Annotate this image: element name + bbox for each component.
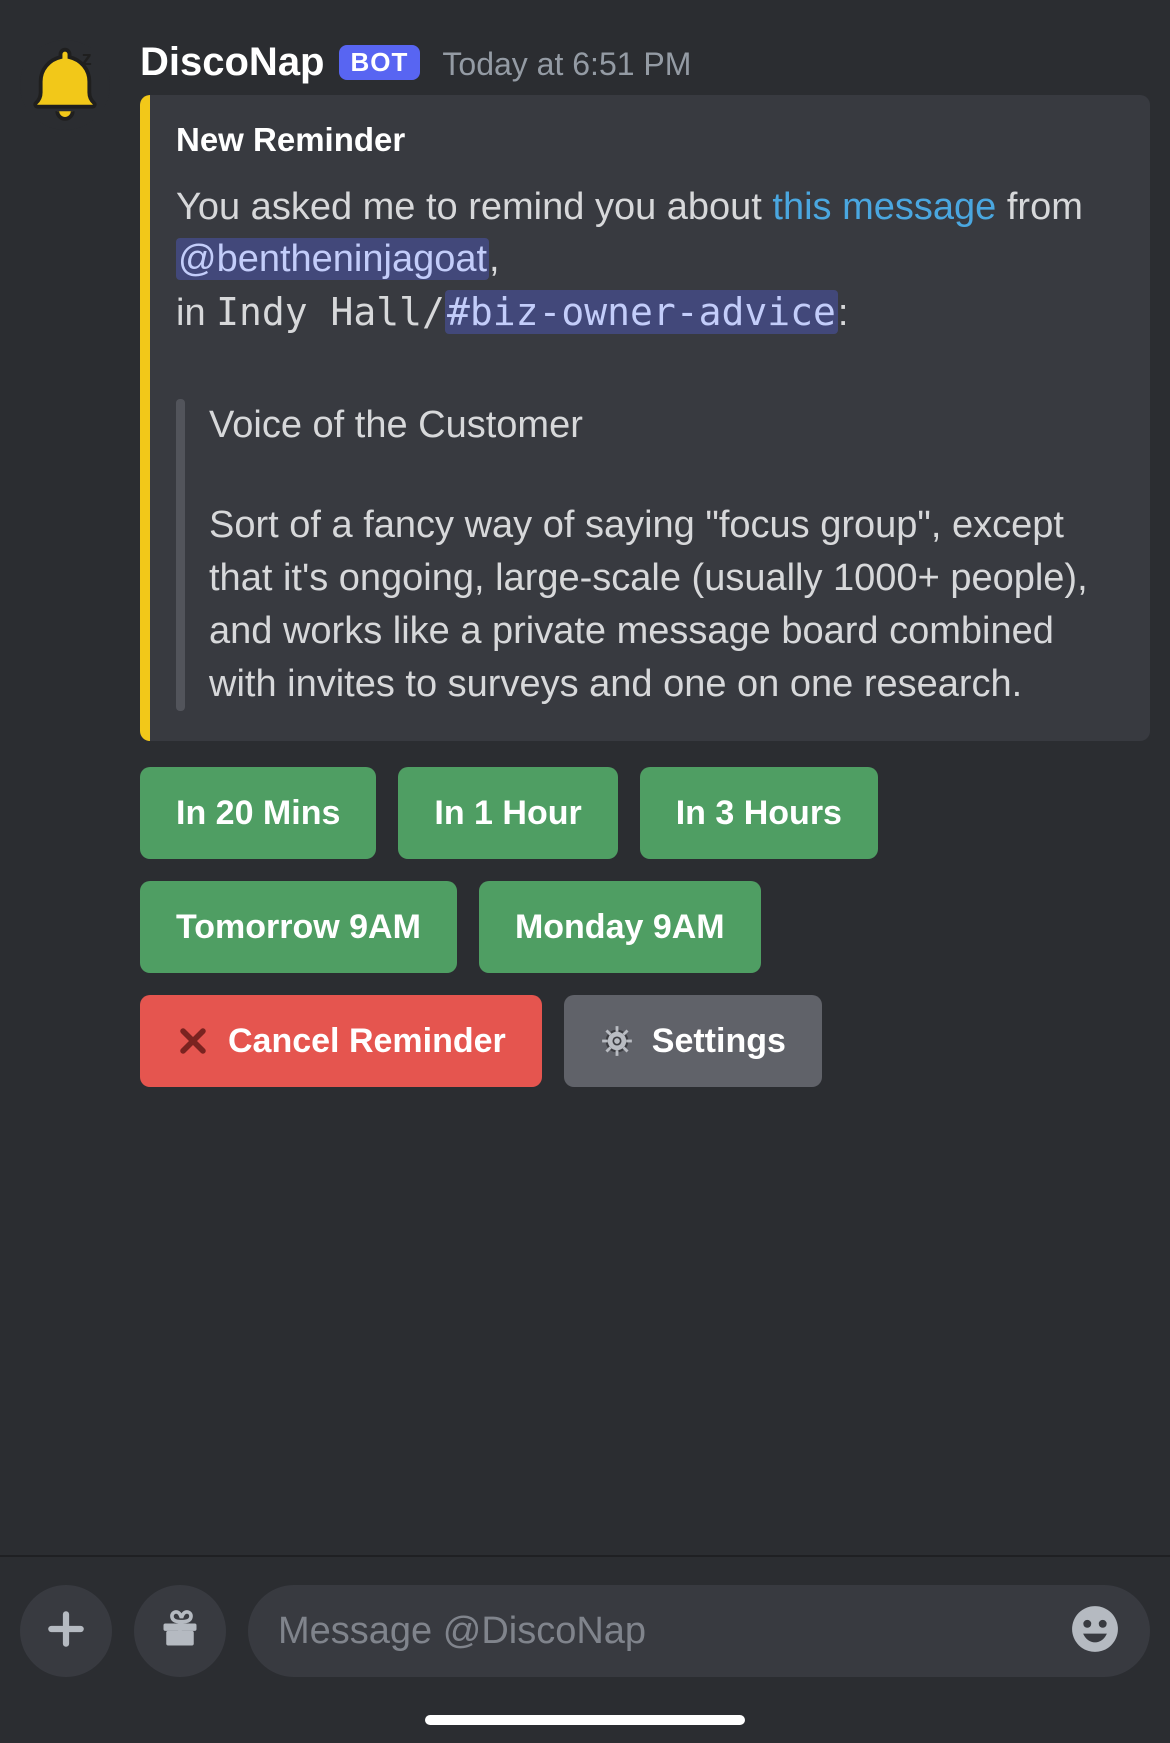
- desc-text: in: [176, 292, 216, 334]
- quote-body: Sort of a fancy way of saying "focus gro…: [209, 499, 1116, 712]
- bell-snooze-icon: z: [24, 42, 106, 129]
- settings-button[interactable]: Settings: [564, 995, 822, 1087]
- snooze-row-2: Tomorrow 9AM Monday 9AM: [140, 881, 1150, 973]
- snooze-3hours-button[interactable]: In 3 Hours: [640, 767, 878, 859]
- desc-text: ,: [489, 238, 500, 280]
- plus-icon: [44, 1607, 88, 1656]
- cancel-reminder-button[interactable]: Cancel Reminder: [140, 995, 542, 1087]
- svg-text:z: z: [82, 47, 92, 70]
- channel-mention[interactable]: #biz-owner-advice: [445, 290, 838, 334]
- message-input[interactable]: [278, 1610, 1050, 1653]
- message-timestamp: Today at 6:51 PM: [442, 46, 691, 83]
- action-row: Cancel Reminder Settings: [140, 995, 1150, 1087]
- snooze-1hour-button[interactable]: In 1 Hour: [398, 767, 617, 859]
- desc-text: from: [996, 186, 1083, 228]
- emoji-picker-button[interactable]: [1070, 1604, 1120, 1659]
- reminder-embed: New Reminder You asked me to remind you …: [140, 95, 1150, 741]
- emoji-icon: [1070, 1604, 1120, 1659]
- bot-tag: BOT: [339, 45, 421, 80]
- message-link[interactable]: this message: [772, 186, 996, 228]
- chat-area: z DiscoNap BOT Today at 6:51 PM New Remi…: [0, 0, 1170, 1109]
- close-icon: [176, 1024, 210, 1058]
- snooze-monday-button[interactable]: Monday 9AM: [479, 881, 761, 973]
- quote-heading: Voice of the Customer: [209, 399, 1116, 452]
- snooze-row-1: In 20 Mins In 1 Hour In 3 Hours: [140, 767, 1150, 859]
- desc-text: :: [838, 292, 849, 334]
- snooze-20min-button[interactable]: In 20 Mins: [140, 767, 376, 859]
- button-rows: In 20 Mins In 1 Hour In 3 Hours Tomorrow…: [140, 767, 1150, 1087]
- embed-description: You asked me to remind you about this me…: [176, 181, 1116, 711]
- message-row: z DiscoNap BOT Today at 6:51 PM New Remi…: [20, 40, 1150, 1109]
- gift-button[interactable]: [134, 1585, 226, 1677]
- desc-text: You asked me to remind you about: [176, 186, 772, 228]
- message-body: DiscoNap BOT Today at 6:51 PM New Remind…: [140, 40, 1150, 1109]
- quote-text: Voice of the Customer Sort of a fancy wa…: [209, 399, 1116, 711]
- message-input-container: [248, 1585, 1150, 1677]
- embed-title: New Reminder: [176, 121, 1116, 159]
- message-header: DiscoNap BOT Today at 6:51 PM: [140, 40, 1150, 85]
- snooze-tomorrow-button[interactable]: Tomorrow 9AM: [140, 881, 457, 973]
- home-indicator: [425, 1715, 745, 1725]
- desc-text: /: [422, 290, 445, 334]
- gift-icon: [158, 1607, 202, 1656]
- server-name: Indy Hall: [216, 290, 422, 334]
- bot-avatar[interactable]: z: [20, 40, 110, 130]
- add-attachment-button[interactable]: [20, 1585, 112, 1677]
- user-mention[interactable]: @bentheninjagoat: [176, 238, 489, 280]
- quote-bar: [176, 399, 185, 711]
- quote-block: Voice of the Customer Sort of a fancy wa…: [176, 399, 1116, 711]
- gear-icon: [600, 1024, 634, 1058]
- username[interactable]: DiscoNap: [140, 40, 325, 85]
